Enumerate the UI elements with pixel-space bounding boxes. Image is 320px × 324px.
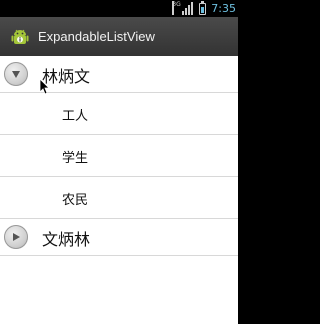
network-type-label: 3G bbox=[172, 1, 181, 15]
child-label: 农民 bbox=[62, 193, 89, 208]
child-row[interactable]: 工人 bbox=[0, 93, 238, 135]
group-row[interactable]: 文炳林 bbox=[0, 219, 238, 256]
android-app-icon bbox=[11, 29, 29, 44]
collapse-indicator-icon bbox=[4, 62, 28, 86]
group-label: 文炳林 bbox=[42, 230, 91, 249]
signal-icon: 3G bbox=[172, 1, 196, 15]
expand-indicator-icon bbox=[4, 225, 28, 249]
status-icons: 3G 7:35 bbox=[172, 0, 236, 16]
title-bar: ExpandableListView bbox=[0, 17, 238, 57]
expandable-list: 林炳文 工人 学生 农民 文炳林 bbox=[0, 56, 238, 324]
group-row[interactable]: 林炳文 bbox=[0, 56, 238, 93]
child-label: 学生 bbox=[62, 151, 89, 166]
child-row[interactable]: 农民 bbox=[0, 177, 238, 219]
child-label: 工人 bbox=[62, 109, 89, 124]
mouse-cursor-icon bbox=[40, 79, 50, 95]
child-row[interactable]: 学生 bbox=[0, 135, 238, 177]
clock: 7:35 bbox=[211, 2, 236, 15]
status-bar: 3G 7:35 bbox=[0, 0, 238, 17]
app-title: ExpandableListView bbox=[38, 29, 155, 44]
battery-icon bbox=[199, 0, 207, 15]
